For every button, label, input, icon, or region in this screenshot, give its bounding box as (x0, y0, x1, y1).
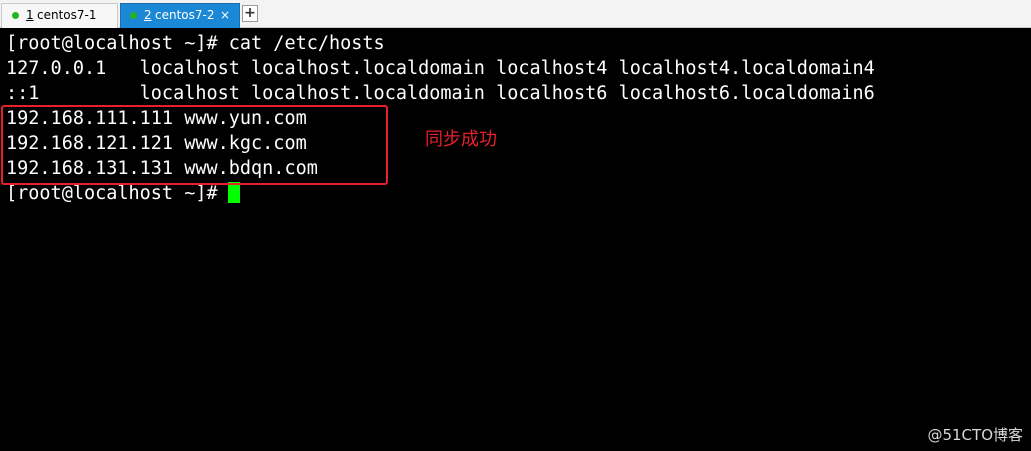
terminal-line: ::1 localhost localhost.localdomain loca… (6, 83, 875, 104)
session-tab-bar: 1 centos7-1 2 centos7-2 × + (0, 0, 1031, 28)
terminal-app-window: 1 centos7-1 2 centos7-2 × + [root@localh… (0, 0, 1031, 451)
tab-label: centos7-2 (155, 8, 215, 22)
add-tab-button[interactable]: + (242, 5, 258, 22)
connected-status-icon (130, 12, 137, 19)
terminal-line: 127.0.0.1 localhost localhost.localdomai… (6, 58, 875, 79)
terminal-line: [root@localhost ~]# cat /etc/hosts (6, 33, 385, 54)
shell-prompt: [root@localhost ~]# (6, 183, 218, 204)
close-tab-icon[interactable]: × (220, 4, 230, 27)
tab-centos7-2[interactable]: 2 centos7-2 × (120, 3, 240, 28)
tab-centos7-1[interactable]: 1 centos7-1 (1, 3, 118, 28)
connected-status-icon (12, 12, 19, 19)
tab-label: centos7-1 (37, 8, 97, 22)
annotation-highlight-box (1, 105, 388, 185)
tab-number: 2 (144, 8, 152, 22)
annotation-text: 同步成功 (425, 129, 497, 150)
watermark: @51CTO博客 (927, 426, 1023, 444)
text-cursor (227, 182, 240, 203)
tab-number: 1 (26, 8, 34, 22)
terminal-output[interactable]: [root@localhost ~]# cat /etc/hosts 127.0… (0, 28, 1031, 451)
